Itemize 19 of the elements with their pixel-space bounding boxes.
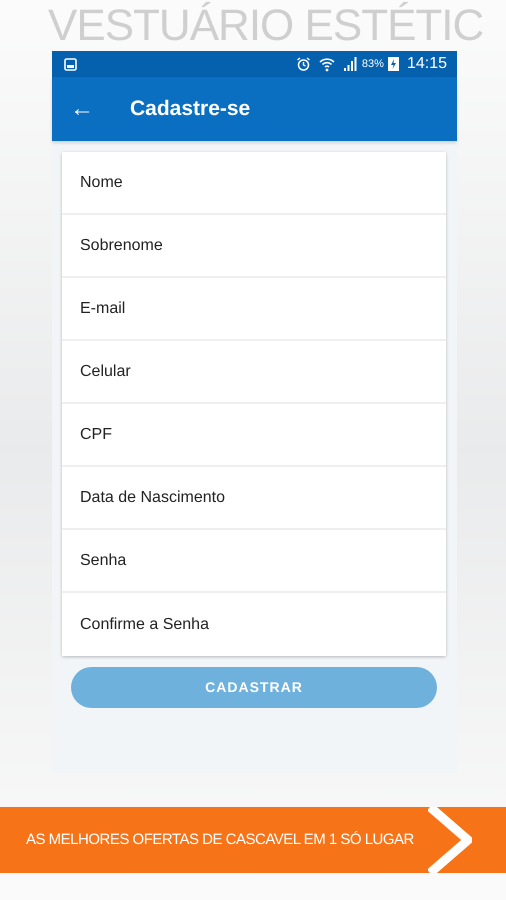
- clock: 14:15: [406, 54, 447, 74]
- chevron-icon: [428, 807, 472, 873]
- screen-title: Cadastre-se: [130, 96, 250, 122]
- gallery-icon: [64, 58, 77, 70]
- input-field[interactable]: CPF: [62, 404, 446, 467]
- input-field[interactable]: Nome: [62, 152, 446, 215]
- input-field[interactable]: Data de Nascimento: [62, 467, 446, 530]
- battery-percent: 83%: [362, 56, 384, 72]
- input-field[interactable]: E-mail: [62, 278, 446, 341]
- back-button[interactable]: ←: [70, 97, 94, 121]
- banner-text: AS MELHORES OFERTAS DE CASCAVEL EM 1 SÓ LUGAR: [25, 830, 415, 850]
- input-field[interactable]: Celular: [62, 341, 446, 404]
- input-field[interactable]: Senha: [62, 530, 446, 593]
- input-field[interactable]: Confirme a Senha: [62, 593, 446, 656]
- input-field[interactable]: Sobrenome: [62, 215, 446, 278]
- wifi-icon: [318, 56, 335, 72]
- signal-icon: [342, 57, 358, 71]
- battery-charging-icon: [388, 57, 399, 71]
- alarm-icon: [296, 56, 311, 72]
